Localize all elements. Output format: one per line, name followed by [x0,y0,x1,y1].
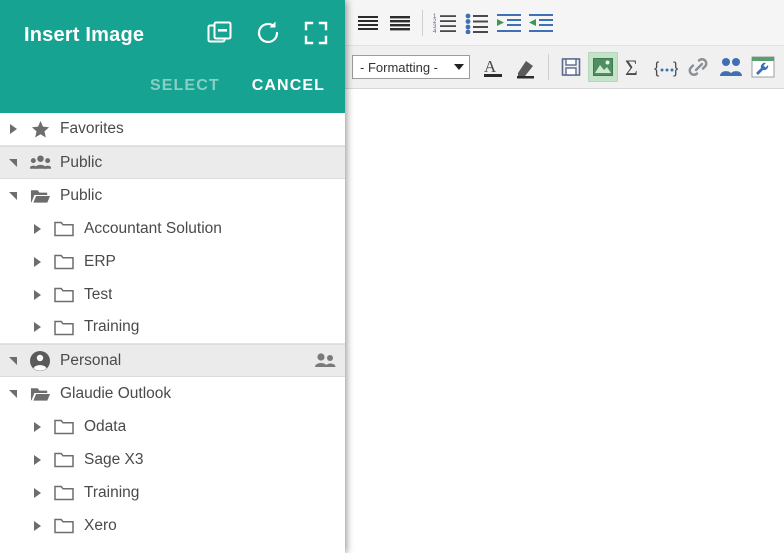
ordered-list-icon[interactable]: 1234 [430,8,460,38]
indent-increase-icon[interactable] [494,8,524,38]
chevron-down-icon[interactable] [0,356,26,365]
chevron-right-icon[interactable] [24,421,50,432]
contacts-icon[interactable] [716,52,746,82]
dialog-actions: SELECT CANCEL [150,77,325,95]
tree-node-label: Public [60,186,103,204]
cancel-button[interactable]: CANCEL [252,77,325,95]
chevron-down-icon [454,64,464,70]
folder-icon [50,517,78,534]
dialog-title: Insert Image [24,24,145,46]
link-icon[interactable] [684,52,714,82]
tree-node-xero[interactable]: Xero [0,509,345,542]
duplicate-remove-icon[interactable] [205,18,235,48]
tree-node-personal-group[interactable]: Personal [0,344,345,377]
tree-node-label: Sage X3 [84,450,144,468]
chevron-down-icon[interactable] [0,158,26,167]
tree-node-glaudie-outlook[interactable]: Glaudie Outlook [0,377,345,410]
tree-node-label: Public [60,153,103,171]
align-justify-icon[interactable] [353,8,383,38]
tree-node-label: Personal [60,351,122,369]
tree-node-label: Test [84,285,113,303]
tree-node-training-public[interactable]: Training [0,311,345,344]
folder-open-icon [26,385,54,403]
insert-image-dialog: Insert Image SELECT CANCEL Favorites Pub… [0,0,345,553]
select-button[interactable]: SELECT [150,77,220,95]
tree-node-training-personal[interactable]: Training [0,476,345,509]
tree-node-test[interactable]: Test [0,278,345,311]
tree-node-accountant-solution[interactable]: Accountant Solution [0,212,345,245]
dialog-header: Insert Image SELECT CANCEL [0,0,345,113]
tree-node-label: Odata [84,417,127,435]
folder-tree: Favorites Public Public Accountant Solut… [0,113,345,553]
unordered-list-icon[interactable] [462,8,492,38]
chevron-down-icon[interactable] [0,191,26,200]
share-people-icon[interactable] [313,352,337,370]
font-color-icon[interactable]: A [479,52,509,82]
folder-icon [50,484,78,501]
save-icon[interactable] [556,52,586,82]
fullscreen-icon[interactable] [301,18,331,48]
folder-icon [50,220,78,237]
tree-node-public-folder[interactable]: Public [0,179,345,212]
chevron-right-icon[interactable] [24,487,50,498]
format-select[interactable]: - Formatting - [352,55,470,79]
tree-node-label: Glaudie Outlook [60,384,172,402]
folder-open-icon [26,187,54,205]
svg-text:A: A [484,57,497,76]
tree-node-label: Accountant Solution [84,219,222,237]
editor-canvas[interactable] [344,89,784,553]
chevron-right-icon[interactable] [24,256,50,267]
svg-text:{: { [654,60,660,77]
tree-node-label: Training [84,318,140,335]
sigma-icon[interactable]: Σ [620,52,650,82]
svg-text:Σ: Σ [625,56,638,78]
highlight-icon[interactable] [511,52,541,82]
chevron-right-icon[interactable] [24,520,50,531]
tree-node-label: Training [84,483,140,501]
format-select-value: - Formatting - [360,59,439,75]
placeholder-icon[interactable]: { } [652,52,682,82]
people-icon [26,154,54,172]
toolbar-divider-2 [548,54,549,80]
chevron-down-icon[interactable] [0,389,26,398]
tree-node-favorites[interactable]: Favorites [0,113,345,146]
folder-icon [50,319,78,336]
folder-icon [50,451,78,468]
indent-decrease-icon[interactable] [526,8,556,38]
toolbar-divider [422,9,423,36]
tree-node-label: ERP [84,252,116,270]
tree-node-label: Favorites [60,120,124,137]
dialog-header-icons [205,18,331,48]
tree-node-odata[interactable]: Odata [0,410,345,443]
chevron-right-icon[interactable] [24,454,50,465]
svg-text:}: } [673,60,679,77]
insert-image-icon[interactable] [588,52,618,82]
folder-icon [50,286,78,303]
account-icon [26,350,54,372]
chevron-right-icon[interactable] [24,322,50,332]
tools-icon[interactable] [748,52,778,82]
tree-node-sage-x3[interactable]: Sage X3 [0,443,345,476]
refresh-icon[interactable] [253,18,283,48]
align-full-icon[interactable] [385,8,415,38]
folder-icon [50,418,78,435]
svg-text:4: 4 [433,29,437,34]
app-root: 1234 - Formatting - A Σ {} Insert Image… [0,0,784,553]
chevron-right-icon[interactable] [24,223,50,234]
tree-node-erp[interactable]: ERP [0,245,345,278]
chevron-right-icon[interactable] [24,289,50,300]
tree-node-label: Xero [84,516,117,534]
star-icon [26,120,54,139]
tree-node-public-group[interactable]: Public [0,146,345,179]
folder-icon [50,253,78,270]
chevron-right-icon[interactable] [0,124,26,134]
